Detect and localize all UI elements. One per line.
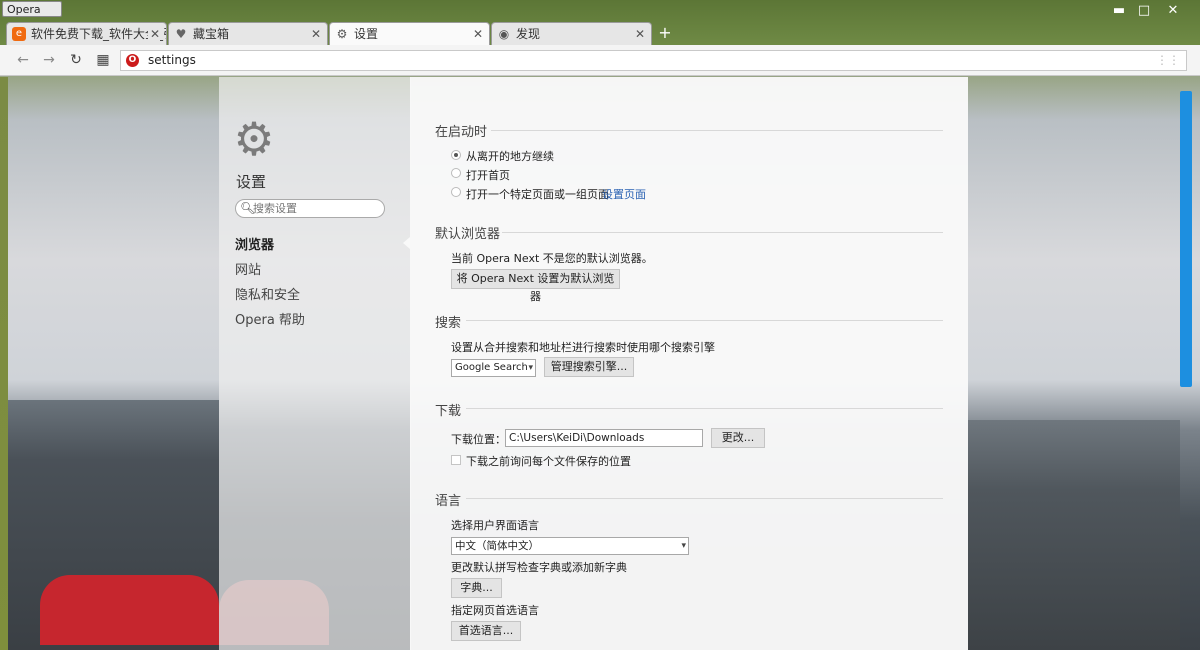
section-downloads-heading: 下载 [435, 404, 462, 419]
gear-icon: ⚙ [336, 27, 348, 41]
sidebar-item-websites[interactable]: 网站 [235, 259, 261, 278]
chevron-down-icon: ▾ [681, 541, 686, 551]
toolbar: ← → ↻ ▦ O settings ⋮⋮ [0, 45, 1200, 76]
search-engine-select[interactable]: Google Search ▾ [451, 359, 536, 377]
divider [502, 232, 943, 233]
tab-close-icon[interactable]: ✕ [311, 23, 321, 45]
tab-treasure-box[interactable]: ♥ 藏宝箱 ✕ [168, 22, 328, 45]
tab-close-icon[interactable]: ✕ [635, 23, 645, 45]
eye-icon: ◉ [498, 27, 510, 41]
forward-arrow-icon[interactable]: → [40, 51, 58, 69]
speed-dial-icon[interactable]: ▦ [94, 51, 112, 69]
startup-specific-pages-label: 打开一个特定页面或一组页面 [466, 188, 609, 201]
tab-close-icon[interactable]: ✕ [473, 23, 483, 45]
settings-search-box[interactable]: 🔍︎ [235, 199, 385, 218]
opera-logo-icon: O [126, 54, 139, 67]
tab-label: 设置 [354, 27, 379, 41]
grid-icon[interactable]: ⋮⋮ [1156, 53, 1180, 67]
sidebar-item-privacy[interactable]: 隐私和安全 [235, 284, 300, 303]
divider [466, 408, 943, 409]
ui-language-select[interactable]: 中文（简体中文） ▾ [451, 537, 689, 555]
startup-continue-label: 从离开的地方继续 [466, 150, 554, 163]
selection-arrow [403, 237, 410, 249]
preferred-language-button[interactable]: 首选语言... [451, 621, 521, 641]
heart-icon: ♥ [175, 27, 187, 41]
address-text: settings [148, 53, 196, 67]
dictionary-button[interactable]: 字典... [451, 578, 502, 598]
startup-homepage-radio[interactable] [451, 168, 461, 178]
tab-software-download[interactable]: e 软件免费下载_软件大全_引 ✕ [6, 22, 167, 45]
tab-settings[interactable]: ⚙ 设置 ✕ [329, 22, 490, 45]
minimize-button[interactable]: ▬ [1106, 2, 1132, 20]
divider [466, 320, 943, 321]
sidebar-item-browser[interactable]: 浏览器 [235, 234, 274, 253]
section-language-heading: 语言 [435, 494, 462, 509]
download-path-field[interactable]: C:\Users\KeiDi\Downloads [505, 429, 703, 447]
section-default-browser-heading: 默认浏览器 [435, 227, 501, 242]
background-tent [40, 575, 219, 645]
background-mountain-right [968, 420, 1180, 650]
settings-gear-icon: ⚙ [233, 112, 275, 166]
site-favicon-icon: e [12, 27, 26, 41]
search-engine-value: Google Search [455, 362, 528, 373]
tab-close-icon[interactable]: ✕ [147, 23, 160, 45]
default-browser-status: 当前 Opera Next 不是您的默认浏览器。 [451, 252, 653, 265]
divider [466, 498, 943, 499]
ui-language-label: 选择用户界面语言 [451, 519, 539, 532]
tab-label: 软件免费下载_软件大全_引 [31, 27, 167, 41]
startup-continue-radio[interactable] [451, 150, 461, 160]
set-pages-link[interactable]: 设置页面 [602, 186, 646, 202]
sidebar-item-help[interactable]: Opera 帮助 [235, 309, 305, 328]
new-tab-button[interactable]: + [657, 25, 673, 41]
preferred-language-label: 指定网页首选语言 [451, 604, 539, 617]
search-description: 设置从合并搜索和地址栏进行搜索时使用哪个搜索引擎 [451, 341, 715, 354]
title-bar: Opera ▬ □ ✕ e 软件免费下载_软件大全_引 ✕ ♥ 藏宝箱 ✕ ⚙ … [0, 0, 1200, 45]
maximize-button[interactable]: □ [1131, 2, 1157, 20]
startup-homepage-label: 打开首页 [466, 169, 510, 182]
ask-download-location-label: 下载之前询问每个文件保存的位置 [466, 455, 631, 468]
sidebar-title: 设置 [236, 173, 267, 191]
change-download-location-button[interactable]: 更改... [711, 428, 765, 448]
set-default-browser-button[interactable]: 将 Opera Next 设置为默认浏览器 [451, 269, 620, 303]
section-search-heading: 搜索 [435, 316, 462, 331]
ui-language-value: 中文（简体中文） [455, 540, 539, 552]
scrollbar[interactable] [1180, 91, 1192, 387]
settings-search-input[interactable] [253, 201, 377, 216]
close-window-button[interactable]: ✕ [1160, 2, 1186, 20]
download-location-label: 下载位置： [451, 433, 506, 446]
tab-label: 发现 [516, 27, 541, 41]
tab-label: 藏宝箱 [193, 27, 230, 41]
tab-discover[interactable]: ◉ 发现 ✕ [491, 22, 652, 45]
manage-search-engines-button[interactable]: 管理搜索引擎... [544, 357, 634, 377]
divider [491, 130, 943, 131]
spellcheck-label: 更改默认拼写检查字典或添加新字典 [451, 561, 627, 574]
back-arrow-icon[interactable]: ← [14, 51, 32, 69]
section-startup-heading: 在启动时 [435, 125, 488, 140]
ask-download-location-checkbox[interactable] [451, 455, 461, 465]
opera-menu-button[interactable]: Opera [2, 1, 62, 17]
startup-specific-pages-radio[interactable] [451, 187, 461, 197]
reload-icon[interactable]: ↻ [67, 51, 85, 69]
background-edge [0, 77, 8, 650]
chevron-down-icon: ▾ [528, 363, 533, 373]
address-bar[interactable]: O settings ⋮⋮ [120, 50, 1187, 71]
